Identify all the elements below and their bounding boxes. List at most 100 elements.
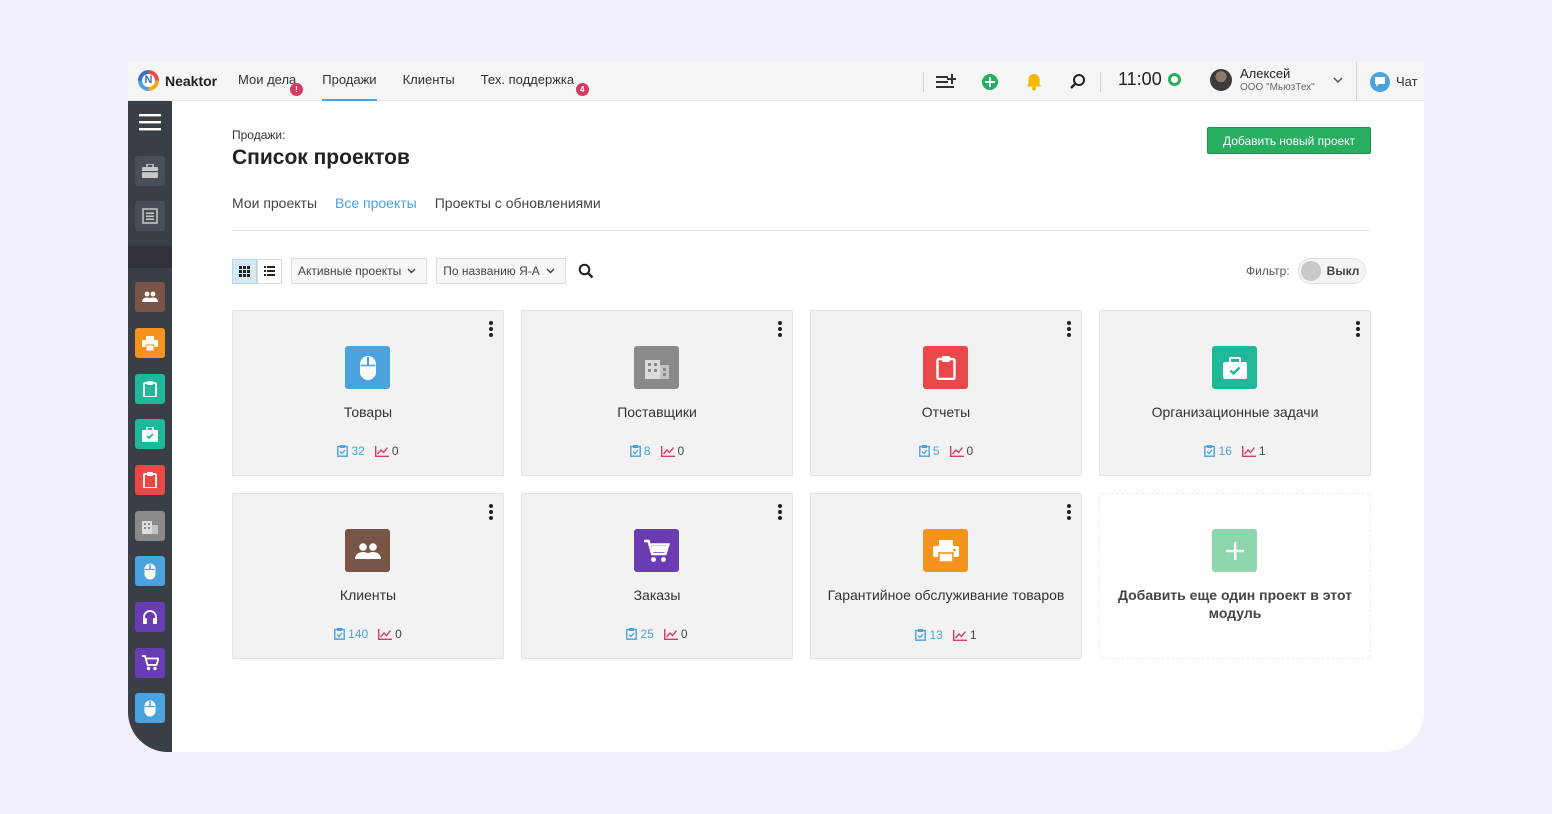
people-icon[interactable] (135, 282, 165, 312)
task-clipboard-icon (334, 628, 346, 640)
task-clipboard-icon (626, 628, 638, 640)
user-org: ООО "МьюзТех" (1240, 82, 1315, 93)
nav-item-my-tasks[interactable]: Мои дела ! (238, 62, 303, 101)
nav-label: Мои дела (238, 72, 297, 87)
divider (128, 246, 172, 268)
project-tabs: Мои проекты Все проекты Проекты с обновл… (232, 195, 601, 211)
menu-icon[interactable] (135, 107, 165, 137)
nav-item-sales[interactable]: Продажи (322, 62, 377, 101)
list-toolbar: Активные проекты По названию Я-А (232, 258, 594, 284)
user-info: Алексей ООО "МьюзТех" (1240, 66, 1315, 94)
updates-count[interactable]: 0 (949, 444, 974, 458)
status-select[interactable]: Активные проекты (291, 258, 428, 284)
more-vertical-icon[interactable] (488, 321, 494, 337)
tasks-count[interactable]: 16 (1204, 444, 1232, 458)
tasks-count[interactable]: 32 (337, 444, 365, 458)
printer-icon[interactable] (135, 328, 165, 358)
sort-select-value: По названию Я-А (443, 264, 540, 278)
tasks-count[interactable]: 5 (918, 444, 940, 458)
grid-view-button[interactable] (232, 258, 257, 284)
filter-state: Выкл (1326, 264, 1360, 278)
mouse-icon[interactable] (135, 693, 165, 723)
more-vertical-icon[interactable] (777, 504, 783, 520)
user-menu[interactable]: Алексей ООО "МьюзТех" (1210, 66, 1343, 94)
search-icon[interactable] (1056, 62, 1100, 101)
task-clipboard-icon (918, 445, 930, 457)
tasks-count[interactable]: 140 (334, 627, 368, 641)
list-view-button[interactable] (257, 258, 282, 284)
updates-count[interactable]: 0 (663, 627, 688, 641)
sidebar (128, 101, 172, 752)
briefcase-check-icon[interactable] (135, 419, 165, 449)
status-select-value: Активные проекты (298, 264, 402, 278)
updates-count-value: 0 (966, 444, 974, 458)
project-card-orders[interactable]: Заказы 25 0 (521, 493, 793, 659)
add-project-card[interactable]: Добавить еще один проект в этот модуль (1099, 493, 1371, 659)
clock[interactable]: 11:00 (1118, 69, 1181, 90)
updates-count[interactable]: 0 (374, 444, 399, 458)
headset-icon[interactable] (135, 602, 165, 632)
more-vertical-icon[interactable] (777, 321, 783, 337)
updates-count[interactable]: 0 (660, 444, 685, 458)
project-card-products[interactable]: Товары 32 0 (232, 310, 504, 476)
project-card-clients[interactable]: Клиенты 140 0 (232, 493, 504, 659)
tab-all-projects[interactable]: Все проекты (335, 195, 417, 211)
project-card-reports[interactable]: Отчеты 5 0 (810, 310, 1082, 476)
updates-count-value: 0 (677, 444, 685, 458)
tasks-count[interactable]: 8 (629, 444, 651, 458)
app-name: Neaktor (165, 72, 218, 89)
tasks-count-value: 25 (640, 627, 654, 641)
create-icon[interactable] (968, 62, 1012, 101)
task-clipboard-icon (337, 445, 349, 457)
updates-count[interactable]: 1 (1241, 444, 1266, 458)
breadcrumb: Продажи: (232, 128, 286, 142)
tasks-count-value: 32 (351, 444, 365, 458)
chat-button[interactable]: Чат (1356, 62, 1418, 101)
mouse-icon[interactable] (135, 556, 165, 586)
avatar (1210, 69, 1232, 91)
bell-icon[interactable] (1012, 62, 1056, 101)
nav-label: Клиенты (402, 72, 455, 87)
filter-label: Фильтр: (1246, 264, 1290, 278)
filter-toggle[interactable]: Выкл (1297, 258, 1366, 284)
top-bar: N Neaktor Мои дела ! Продажи Клиенты Тех… (128, 62, 1424, 101)
clipboard-icon[interactable] (135, 465, 165, 495)
chevron-down-icon (407, 268, 416, 274)
updates-count-value: 1 (969, 628, 977, 642)
updates-count[interactable]: 0 (378, 627, 402, 641)
printer-icon (923, 529, 968, 572)
sort-select[interactable]: По названию Я-А (436, 258, 566, 284)
search-icon[interactable] (578, 263, 594, 279)
add-task-list-icon[interactable] (924, 62, 968, 101)
building-icon[interactable] (135, 511, 165, 541)
chat-icon (1370, 71, 1390, 92)
project-card-org-tasks[interactable]: Организационные задачи 16 1 (1099, 310, 1371, 476)
tasks-count[interactable]: 13 (915, 628, 943, 642)
toggle-knob (1300, 261, 1321, 281)
add-project-button[interactable]: Добавить новый проект (1207, 127, 1371, 154)
project-title: Клиенты (339, 587, 397, 603)
more-vertical-icon[interactable] (1066, 321, 1072, 337)
nav-item-clients[interactable]: Клиенты (403, 62, 455, 101)
clipboard-icon[interactable] (135, 374, 165, 404)
list-icon[interactable] (135, 201, 165, 231)
tab-my-projects[interactable]: Мои проекты (232, 195, 317, 211)
cart-icon[interactable] (135, 648, 165, 678)
app-window: N Neaktor Мои дела ! Продажи Клиенты Тех… (128, 62, 1424, 752)
project-card-suppliers[interactable]: Поставщики 8 0 (521, 310, 793, 476)
project-stats: 13 1 (811, 628, 1081, 642)
nav-item-support[interactable]: Тех. поддержка 4 (481, 62, 589, 101)
more-vertical-icon[interactable] (1066, 504, 1072, 520)
project-card-warranty[interactable]: Гарантийное обслуживание товаров 13 1 (810, 493, 1082, 659)
more-vertical-icon[interactable] (488, 504, 494, 520)
logo[interactable]: N Neaktor (138, 70, 217, 91)
tasks-count[interactable]: 25 (626, 627, 654, 641)
tab-updated-projects[interactable]: Проекты с обновлениями (435, 195, 601, 211)
filter-control: Фильтр: Выкл (1246, 258, 1366, 284)
project-stats: 32 0 (233, 444, 503, 458)
time-text: 11:00 (1118, 69, 1162, 89)
updates-count[interactable]: 1 (952, 628, 977, 642)
updates-count-value: 0 (391, 444, 399, 458)
briefcase-icon[interactable] (135, 156, 165, 186)
more-vertical-icon[interactable] (1355, 321, 1361, 337)
